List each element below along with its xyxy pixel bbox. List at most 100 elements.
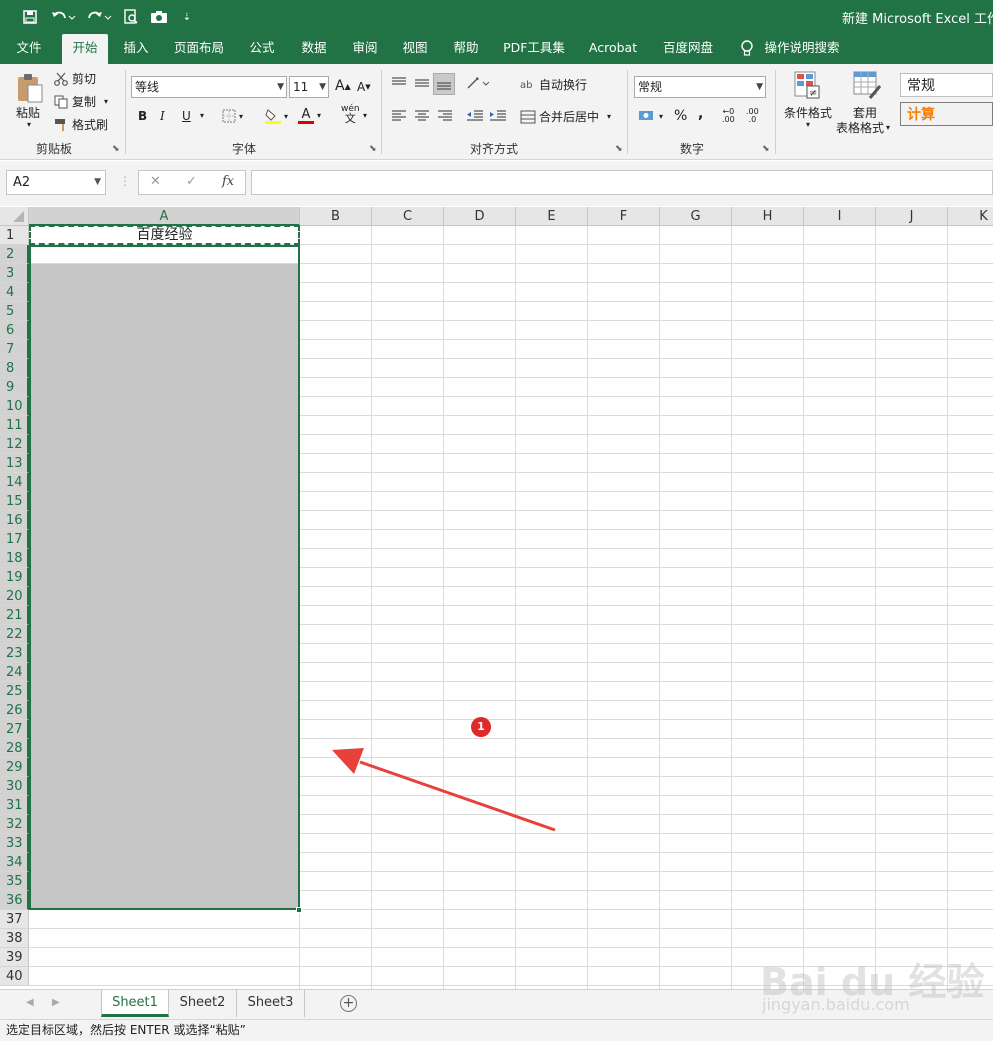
column-header-g[interactable]: G: [660, 207, 732, 226]
row-header[interactable]: 38: [0, 929, 29, 948]
row-header[interactable]: 12: [0, 435, 29, 454]
drag-handle-icon[interactable]: ⋮: [119, 174, 131, 188]
row-header[interactable]: 13: [0, 454, 29, 473]
style-normal[interactable]: 常规: [900, 73, 993, 97]
row-header[interactable]: 18: [0, 549, 29, 568]
align-center-icon[interactable]: [414, 108, 430, 122]
row-header[interactable]: 1: [0, 226, 29, 245]
row-header[interactable]: 28: [0, 739, 29, 758]
sheet-tab-3[interactable]: Sheet3: [237, 990, 305, 1017]
redo-icon[interactable]: [84, 7, 114, 27]
wrap-text-button[interactable]: ab 自动换行: [520, 76, 587, 93]
column-header-k[interactable]: K: [948, 207, 993, 226]
increase-decimal-button[interactable]: ←0.00: [722, 108, 735, 124]
table-format-button[interactable]: 表格格式 ▾: [836, 119, 890, 136]
align-top-icon[interactable]: [391, 76, 407, 90]
align-left-icon[interactable]: [391, 108, 407, 122]
tab-page-layout[interactable]: 页面布局: [168, 34, 230, 64]
tab-data[interactable]: 数据: [292, 34, 336, 64]
next-sheet-icon[interactable]: ▶: [52, 997, 60, 1008]
row-header[interactable]: 36: [0, 891, 29, 910]
tab-formulas[interactable]: 公式: [240, 34, 284, 64]
orientation-icon[interactable]: [466, 76, 490, 90]
row-header[interactable]: 9: [0, 378, 29, 397]
row-header[interactable]: 3: [0, 264, 29, 283]
sheet-tab-2[interactable]: Sheet2: [169, 990, 237, 1017]
cell-a1[interactable]: 百度经验: [29, 226, 300, 245]
row-header[interactable]: 32: [0, 815, 29, 834]
tab-insert[interactable]: 插入: [114, 34, 158, 64]
prev-sheet-icon[interactable]: ◀: [26, 997, 34, 1008]
row-header[interactable]: 5: [0, 302, 29, 321]
row-header[interactable]: 6: [0, 321, 29, 340]
conditional-format-button[interactable]: 条件格式: [784, 104, 832, 121]
decrease-decimal-button[interactable]: .00.0: [746, 108, 759, 124]
tab-acrobat[interactable]: Acrobat: [582, 34, 644, 64]
sheet-tab-1[interactable]: Sheet1: [101, 990, 169, 1017]
row-header[interactable]: 19: [0, 568, 29, 587]
row-header[interactable]: 16: [0, 511, 29, 530]
row-header[interactable]: 7: [0, 340, 29, 359]
paste-icon[interactable]: [14, 70, 48, 106]
style-calculation[interactable]: 计算: [900, 102, 993, 126]
cut-button[interactable]: 剪切: [54, 70, 96, 87]
save-icon[interactable]: [20, 7, 40, 27]
tab-baidu-netdisk[interactable]: 百度网盘: [656, 34, 720, 64]
column-header-i[interactable]: I: [804, 207, 876, 226]
italic-button[interactable]: I: [160, 109, 165, 123]
row-header[interactable]: 26: [0, 701, 29, 720]
column-header-c[interactable]: C: [372, 207, 444, 226]
accounting-format-button[interactable]: ▾: [638, 109, 663, 123]
align-bottom-icon[interactable]: [433, 73, 455, 95]
tab-pdf-tools[interactable]: PDF工具集: [500, 34, 568, 64]
row-header[interactable]: 27: [0, 720, 29, 739]
column-header-f[interactable]: F: [588, 207, 660, 226]
enter-icon[interactable]: ✓: [186, 174, 197, 189]
column-header-h[interactable]: H: [732, 207, 804, 226]
insert-function-icon[interactable]: fx: [222, 174, 234, 189]
fill-handle[interactable]: [296, 907, 302, 913]
tab-view[interactable]: 视图: [393, 34, 437, 64]
format-painter-button[interactable]: 格式刷: [54, 116, 108, 133]
grow-font-button[interactable]: A ▲: [335, 78, 351, 94]
chevron-down-icon[interactable]: ▾: [806, 120, 810, 129]
row-header[interactable]: 20: [0, 587, 29, 606]
row-header[interactable]: 30: [0, 777, 29, 796]
spreadsheet-grid[interactable]: A B C D E F G H I J K 1 2 3 4 5 6 7 8 9 10 11 12 13 14 15 16 17 18 19…: [0, 207, 993, 989]
shrink-font-button[interactable]: A ▼: [357, 80, 371, 94]
phonetic-dropdown-icon[interactable]: ▾: [363, 111, 367, 120]
row-header[interactable]: 33: [0, 834, 29, 853]
row-header[interactable]: 2: [0, 245, 29, 264]
merge-center-button[interactable]: 合并后居中 ▾: [520, 108, 611, 125]
percent-button[interactable]: %: [674, 108, 687, 124]
number-format-select[interactable]: 常规 ▼: [634, 76, 766, 98]
row-header[interactable]: 24: [0, 663, 29, 682]
copy-dropdown-icon[interactable]: ▾: [104, 97, 108, 106]
row-header[interactable]: 21: [0, 606, 29, 625]
comma-button[interactable]: ,: [698, 106, 703, 122]
column-header-a[interactable]: A: [29, 207, 300, 226]
row-header[interactable]: 15: [0, 492, 29, 511]
row-header[interactable]: 39: [0, 948, 29, 967]
font-size-select[interactable]: 11 ▼: [289, 76, 329, 98]
column-header-j[interactable]: J: [876, 207, 948, 226]
column-header-b[interactable]: B: [300, 207, 372, 226]
customize-icon[interactable]: ⇣: [180, 7, 194, 27]
row-header[interactable]: 17: [0, 530, 29, 549]
fill-color-button[interactable]: ▾: [264, 108, 288, 124]
paste-button[interactable]: 粘贴: [16, 104, 40, 121]
formula-input[interactable]: [251, 170, 993, 195]
row-header[interactable]: 35: [0, 872, 29, 891]
tab-review[interactable]: 审阅: [343, 34, 387, 64]
table-format-icon[interactable]: [852, 70, 882, 100]
row-header[interactable]: 34: [0, 853, 29, 872]
phonetic-button[interactable]: wén 文: [341, 104, 360, 124]
align-right-icon[interactable]: [437, 108, 453, 122]
alignment-launcher-icon[interactable]: ⬊: [615, 144, 623, 154]
align-middle-icon[interactable]: [414, 76, 430, 90]
number-launcher-icon[interactable]: ⬊: [762, 144, 770, 154]
font-launcher-icon[interactable]: ⬊: [369, 144, 377, 154]
row-header[interactable]: 31: [0, 796, 29, 815]
underline-dropdown-icon[interactable]: ▾: [200, 111, 204, 120]
camera-icon[interactable]: [150, 7, 168, 27]
